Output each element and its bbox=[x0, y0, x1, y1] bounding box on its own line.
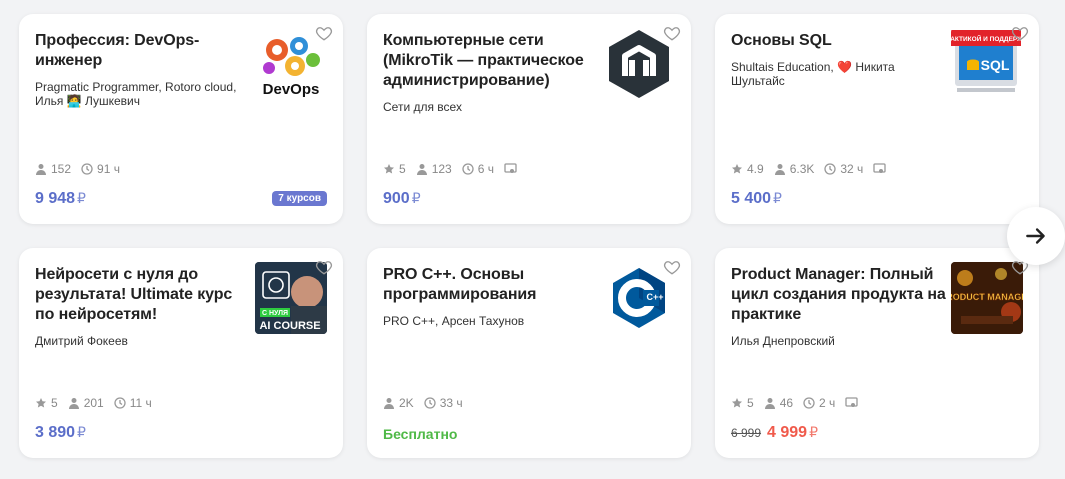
course-title[interactable]: Профессия: DevOps-инженер bbox=[35, 31, 255, 71]
clock-icon bbox=[824, 163, 837, 175]
duration: 2 ч bbox=[803, 396, 835, 410]
heart-icon[interactable] bbox=[663, 24, 681, 42]
courses-count-badge: 7 курсов bbox=[272, 191, 327, 206]
course-meta: 5 46 2 ч bbox=[731, 396, 858, 410]
course-title[interactable]: Основы SQL bbox=[731, 31, 951, 51]
course-authors: Сети для всех bbox=[383, 100, 462, 114]
heart-icon[interactable] bbox=[1011, 24, 1029, 42]
students-count: 46 bbox=[764, 396, 793, 410]
sale-price: 4 999 bbox=[767, 424, 808, 441]
duration: 6 ч bbox=[462, 162, 494, 176]
course-card-sql[interactable]: Основы SQL Shultais Education, ❤️ Никита… bbox=[715, 14, 1039, 224]
certificate-icon bbox=[504, 163, 517, 173]
user-icon bbox=[416, 164, 427, 175]
heart-icon[interactable] bbox=[663, 258, 681, 276]
star-icon bbox=[36, 398, 46, 408]
clock-icon bbox=[462, 163, 474, 175]
rating: 5 bbox=[383, 162, 406, 176]
students-count: 123 bbox=[416, 162, 452, 176]
svg-text:PRODUCT MANAGER: PRODUCT MANAGER bbox=[951, 292, 1023, 302]
course-price: 5 400 ₽ bbox=[731, 190, 782, 207]
svg-text:DevOps: DevOps bbox=[263, 81, 320, 98]
course-authors: Pragmatic Programmer, Rotoro cloud, Илья… bbox=[35, 80, 237, 108]
duration: 32 ч bbox=[824, 162, 863, 176]
user-icon bbox=[764, 398, 775, 409]
course-meta: 4.9 6.3K 32 ч bbox=[731, 162, 886, 176]
old-price: 6 999 bbox=[731, 426, 762, 440]
clock-icon bbox=[81, 163, 93, 175]
course-price: 9 948 ₽ bbox=[35, 190, 86, 207]
course-title[interactable]: Нейросети с нуля до результата! Ultimate… bbox=[35, 265, 255, 325]
clock-icon bbox=[114, 397, 126, 409]
students-count: 2K bbox=[383, 396, 414, 410]
course-authors: Илья Днепровский bbox=[731, 334, 835, 348]
course-card-mikrotik[interactable]: Компьютерные сети (MikroTik — практическ… bbox=[367, 14, 691, 224]
carousel-next-button[interactable] bbox=[1007, 207, 1065, 265]
user-icon bbox=[68, 398, 79, 409]
clock-icon bbox=[424, 397, 436, 409]
students-count: 152 bbox=[35, 162, 71, 176]
user-icon bbox=[384, 398, 394, 409]
clock-icon bbox=[803, 397, 815, 409]
course-price: 900 ₽ bbox=[383, 190, 421, 207]
heart-icon[interactable] bbox=[315, 258, 333, 276]
course-meta: 2K 33 ч bbox=[383, 396, 463, 410]
course-price: 3 890 ₽ bbox=[35, 424, 86, 441]
course-card-ai[interactable]: Нейросети с нуля до результата! Ultimate… bbox=[19, 248, 343, 458]
course-card-cpp[interactable]: PRO C++. Основы программирования PRO C++… bbox=[367, 248, 691, 458]
svg-text:C++: C++ bbox=[646, 292, 663, 302]
duration: 11 ч bbox=[114, 396, 152, 410]
course-title[interactable]: Компьютерные сети (MikroTik — практическ… bbox=[383, 31, 603, 91]
course-meta: 5 123 6 ч bbox=[383, 162, 517, 176]
svg-text:SQL: SQL bbox=[981, 57, 1010, 73]
user-icon bbox=[36, 164, 46, 175]
course-authors: PRO C++, Арсен Тахунов bbox=[383, 314, 525, 328]
svg-text:AI COURSE: AI COURSE bbox=[259, 320, 320, 332]
user-icon bbox=[774, 164, 785, 175]
rating: 5 bbox=[731, 396, 754, 410]
course-title[interactable]: PRO C++. Основы программирования bbox=[383, 265, 603, 305]
course-authors: Shultais Education, ❤️ Никита Шультайс bbox=[731, 60, 895, 88]
arrow-right-icon bbox=[1026, 228, 1045, 244]
course-authors: Дмитрий Фокеев bbox=[35, 334, 128, 348]
course-meta: 5 201 11 ч bbox=[35, 396, 152, 410]
course-card-product-manager[interactable]: Product Manager: Полный цикл создания пр… bbox=[715, 248, 1039, 458]
course-meta: 152 91 ч bbox=[35, 162, 120, 176]
course-title[interactable]: Product Manager: Полный цикл создания пр… bbox=[731, 265, 951, 325]
duration: 91 ч bbox=[81, 162, 120, 176]
star-icon bbox=[384, 164, 394, 174]
star-icon bbox=[732, 398, 742, 408]
svg-text:С НУЛЯ: С НУЛЯ bbox=[262, 310, 288, 317]
students-count: 201 bbox=[68, 396, 104, 410]
rating: 5 bbox=[35, 396, 58, 410]
certificate-icon bbox=[845, 397, 858, 407]
duration: 33 ч bbox=[424, 396, 463, 410]
rating: 4.9 bbox=[731, 162, 764, 176]
course-price-discounted: 6 999 4 999 ₽ bbox=[731, 424, 818, 441]
heart-icon[interactable] bbox=[315, 24, 333, 42]
course-price-free: Бесплатно bbox=[383, 426, 458, 442]
course-card-devops[interactable]: Профессия: DevOps-инженер Pragmatic Prog… bbox=[19, 14, 343, 224]
students-count: 6.3K bbox=[774, 162, 814, 176]
star-icon bbox=[732, 164, 742, 174]
certificate-icon bbox=[873, 163, 886, 173]
